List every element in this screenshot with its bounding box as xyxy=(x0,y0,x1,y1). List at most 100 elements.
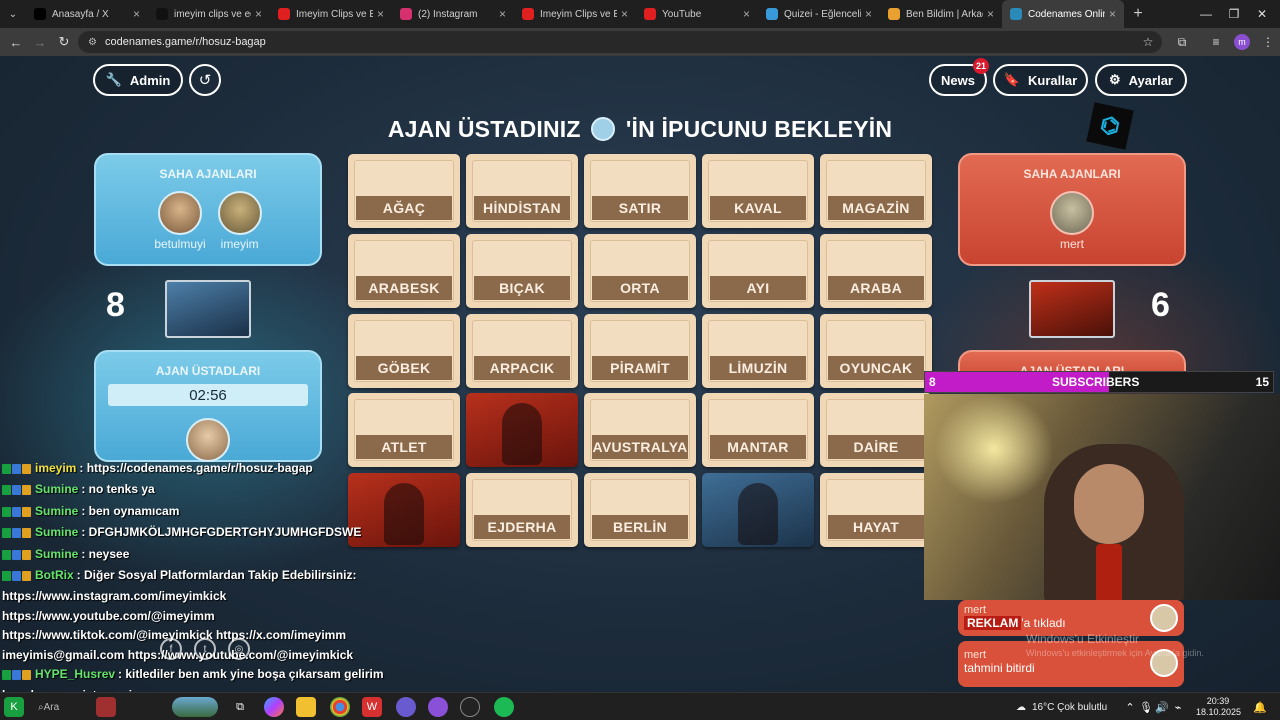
word-card[interactable]: LİMUZİN xyxy=(702,314,814,388)
blue-field-operatives-panel[interactable]: SAHA AJANLARI betulmuyi imeyim xyxy=(94,153,322,266)
word-card[interactable]: BERLİN xyxy=(584,473,696,547)
address-bar[interactable]: ⚙ codenames.game/r/hosuz-bagap xyxy=(78,31,1162,53)
back-icon[interactable]: ← xyxy=(4,35,28,50)
close-tab-icon[interactable]: × xyxy=(255,7,262,21)
chat-username[interactable]: Sumine xyxy=(35,525,78,539)
blue-spymasters-panel[interactable]: AJAN ÜSTADLARI 02:56 xyxy=(94,350,322,462)
favicon-icon xyxy=(34,8,46,20)
file-explorer-icon[interactable] xyxy=(296,697,316,717)
revealed-agent-card[interactable] xyxy=(348,473,460,547)
revealed-agent-card[interactable] xyxy=(702,473,814,547)
forward-icon[interactable]: → xyxy=(28,35,52,50)
webcam-feed xyxy=(924,394,1280,600)
browser-tab[interactable]: Ben Bildim | Arkadaş × xyxy=(880,0,1002,28)
browser-tab[interactable]: İmeyim Clips ve Edit × xyxy=(514,0,636,28)
card-word: OYUNCAK xyxy=(828,356,924,380)
kick-icon[interactable]: K xyxy=(4,697,24,717)
chrome-icon[interactable] xyxy=(330,697,350,717)
browser-tab[interactable]: Anasayfa / X × xyxy=(26,0,148,28)
close-tab-icon[interactable]: × xyxy=(1109,7,1116,21)
admin-button[interactable]: 🔧 Admin xyxy=(93,64,183,96)
browser-tab[interactable]: (2) Instagram × xyxy=(392,0,514,28)
close-tab-icon[interactable]: × xyxy=(743,7,750,21)
word-card[interactable]: ATLET xyxy=(348,393,460,467)
blue-score: 8 xyxy=(106,286,125,324)
rules-button[interactable]: 🔖 Kurallar xyxy=(993,64,1088,96)
app-icon[interactable]: W xyxy=(362,697,382,717)
word-card[interactable]: OYUNCAK xyxy=(820,314,932,388)
operative-betulmuyi[interactable]: betulmuyi xyxy=(154,191,206,251)
news-button[interactable]: News 21 xyxy=(929,58,989,96)
app-icon[interactable] xyxy=(460,697,480,717)
word-card[interactable]: SATIR xyxy=(584,154,696,228)
close-window-icon[interactable]: ✕ xyxy=(1244,0,1280,28)
word-card[interactable]: AĞAÇ xyxy=(348,154,460,228)
browser-menu-icon[interactable]: ⋮ xyxy=(1256,28,1280,56)
reload-icon[interactable]: ↻ xyxy=(52,34,76,50)
close-tab-icon[interactable]: × xyxy=(865,7,872,21)
search-button[interactable]: ⌕ Ara xyxy=(38,697,84,717)
favicon-icon xyxy=(766,8,778,20)
obs-icon[interactable] xyxy=(428,697,448,717)
word-card[interactable]: AYI xyxy=(702,234,814,308)
copilot-icon[interactable] xyxy=(264,697,284,717)
word-card[interactable]: GÖBEK xyxy=(348,314,460,388)
tab-title: Ben Bildim | Arkadaş xyxy=(906,8,983,20)
undo-button[interactable]: ↺ xyxy=(189,64,221,96)
word-card[interactable]: ARABA xyxy=(820,234,932,308)
weather-widget[interactable]: ☁ 16°C Çok bulutlu xyxy=(1016,693,1107,720)
word-card[interactable]: PİRAMİT xyxy=(584,314,696,388)
word-card[interactable]: ARABESK xyxy=(348,234,460,308)
word-card[interactable]: HAYAT xyxy=(820,473,932,547)
browser-tab[interactable]: Quizei - Eğlenceli ve × xyxy=(758,0,880,28)
word-card[interactable]: MAGAZİN xyxy=(820,154,932,228)
word-card[interactable]: MANTAR xyxy=(702,393,814,467)
chat-username[interactable]: BotRix xyxy=(35,568,74,582)
close-tab-icon[interactable]: × xyxy=(133,7,140,21)
operative-mert[interactable]: mert xyxy=(1050,191,1094,251)
word-card[interactable]: BIÇAK xyxy=(466,234,578,308)
chat-username[interactable]: Sumine xyxy=(35,504,78,518)
red-field-operatives-panel[interactable]: SAHA AJANLARI mert xyxy=(958,153,1186,266)
chat-username[interactable]: Sumine xyxy=(35,547,78,561)
browser-tab[interactable]: imeyim clips ve edit | T × xyxy=(148,0,270,28)
tab-search-chevron-icon[interactable]: ⌄ xyxy=(0,0,26,28)
word-card[interactable]: AVUSTRALYA xyxy=(584,393,696,467)
close-tab-icon[interactable]: × xyxy=(377,7,384,21)
word-card[interactable]: KAVAL xyxy=(702,154,814,228)
spotify-icon[interactable] xyxy=(494,697,514,717)
chat-username[interactable]: HYPE_Husrev xyxy=(35,667,115,681)
discord-icon[interactable] xyxy=(396,697,416,717)
profile-avatar[interactable]: m xyxy=(1230,28,1254,56)
app-icon[interactable] xyxy=(96,697,116,717)
chat-username[interactable]: Sumine xyxy=(35,482,78,496)
word-card[interactable]: ORTA xyxy=(584,234,696,308)
extensions-icon[interactable]: ⧉ xyxy=(1170,28,1194,56)
close-tab-icon[interactable]: × xyxy=(621,7,628,21)
network-icon[interactable]: ⌁ xyxy=(1168,697,1188,717)
media-controls-icon[interactable]: ≡ xyxy=(1204,28,1228,56)
operative-imeyim[interactable]: imeyim xyxy=(217,191,262,251)
clock[interactable]: 20:39 18.10.2025 xyxy=(1196,696,1241,718)
browser-tab[interactable]: Codenames Online × xyxy=(1002,0,1124,28)
codenames-game: 🔧 Admin ↺ News 21 🔖 Kurallar ⚙ Ayarlar A… xyxy=(0,56,1280,692)
browser-tab[interactable]: İmeyim Clips ve Edit × xyxy=(270,0,392,28)
word-card[interactable]: ARPACIK xyxy=(466,314,578,388)
close-tab-icon[interactable]: × xyxy=(987,7,994,21)
bookmark-star-icon[interactable]: ☆ xyxy=(1136,28,1160,56)
word-card[interactable]: DAİRE xyxy=(820,393,932,467)
word-card[interactable]: EJDERHA xyxy=(466,473,578,547)
word-card[interactable]: HİNDİSTAN xyxy=(466,154,578,228)
card-word: PİRAMİT xyxy=(592,356,688,380)
chat-username[interactable]: imeyim xyxy=(35,461,76,475)
settings-button[interactable]: ⚙ Ayarlar xyxy=(1095,64,1187,96)
widgets-icon[interactable] xyxy=(172,697,218,717)
close-tab-icon[interactable]: × xyxy=(499,7,506,21)
revealed-agent-card[interactable] xyxy=(466,393,578,467)
notifications-icon[interactable]: 🔔 xyxy=(1250,697,1270,717)
site-info-icon[interactable]: ⚙ xyxy=(88,37,97,48)
browser-tab[interactable]: YouTube × xyxy=(636,0,758,28)
activation-watermark-sub: Windows'u etkinleştirmek için Ayarlar'a … xyxy=(1026,648,1204,658)
task-view-icon[interactable]: ⧉ xyxy=(230,697,250,717)
new-tab-button[interactable]: + xyxy=(1124,5,1152,23)
